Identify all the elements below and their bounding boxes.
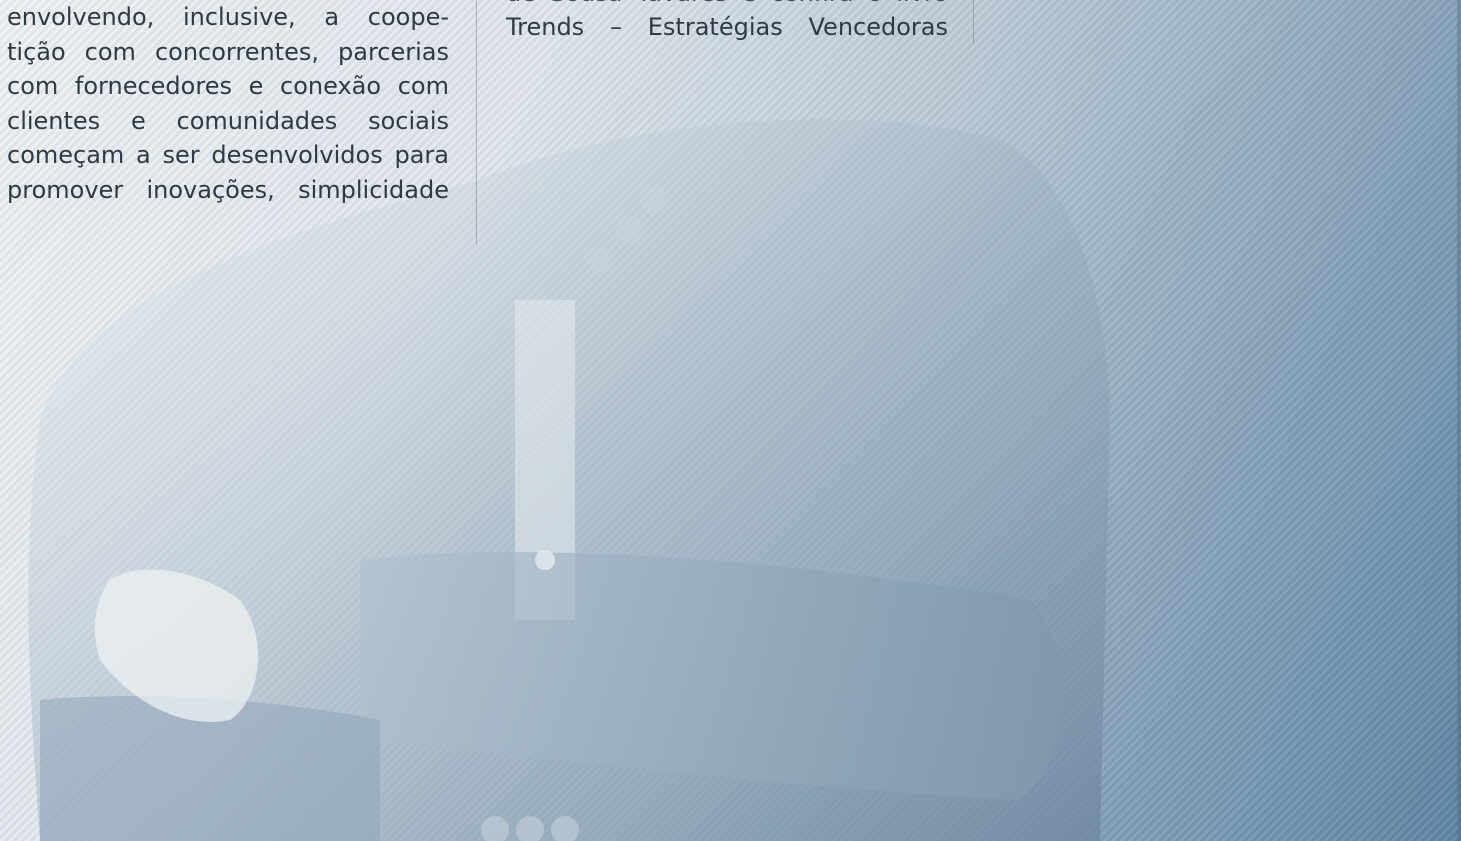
text-line: tição com concorrentes, parcerias: [7, 37, 449, 66]
text-line-cut-off: de Sousa Tavares e confira o livro: [506, 0, 948, 10]
text-line: envolvendo, inclusive, a coope-: [7, 3, 449, 31]
article-text-right-column: de Sousa Tavares e confira o livro Trend…: [506, 0, 948, 45]
column-divider: [476, 0, 477, 244]
text-line: com fornecedores e conexão com: [7, 72, 449, 100]
page-edge: [1457, 0, 1461, 841]
text-line: promover inovações, simplicidade: [7, 175, 449, 204]
column-divider: [973, 0, 974, 44]
text-line: começam a ser desenvolvidos para: [7, 141, 449, 169]
article-text-left-column: envolvendo, inclusive, a coope- tição co…: [7, 0, 449, 207]
text-line: Trends – Estratégias Vencedoras: [506, 13, 948, 41]
page-background: envolvendo, inclusive, a coope- tição co…: [0, 0, 1461, 841]
text-line: clientes e comunidades sociais: [7, 106, 449, 135]
